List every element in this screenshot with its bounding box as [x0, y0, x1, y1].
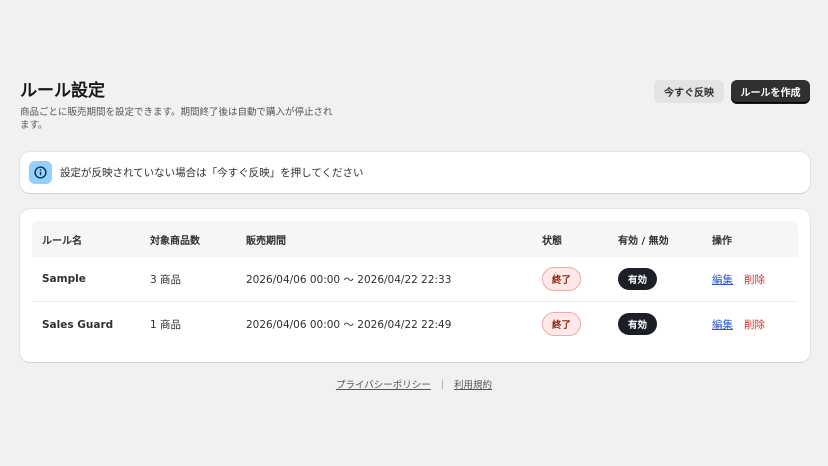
column-header-active: 有効 / 無効: [618, 235, 669, 247]
page-header: ルール設定 商品ごとに販売期間を設定できます。期間終了後は自動で購入が停止されま…: [20, 80, 810, 132]
edit-link[interactable]: 編集: [712, 272, 733, 287]
rules-table: ルール名 対象商品数 販売期間 状態 有効 / 無効 操作 Sample 3 商…: [32, 221, 798, 347]
status-badge: 終了: [542, 267, 582, 291]
page-subtitle: 商品ごとに販売期間を設定できます。期間終了後は自動で購入が停止されます。: [20, 107, 333, 131]
product-count: 1 商品: [150, 319, 182, 331]
row-actions: 編集 削除: [712, 272, 765, 287]
page-title: ルール設定: [20, 81, 105, 101]
column-header-count: 対象商品数: [150, 235, 200, 247]
rule-name: Sample: [42, 273, 86, 285]
info-icon: [29, 161, 52, 184]
active-toggle[interactable]: 有効: [618, 313, 658, 335]
header-actions: 今すぐ反映 ルールを作成: [654, 80, 810, 103]
row-actions: 編集 削除: [712, 317, 765, 332]
rule-name: Sales Guard: [42, 318, 114, 331]
column-header-operations: 操作: [712, 235, 732, 247]
status-badge: 終了: [542, 312, 582, 336]
table-header: ルール名 対象商品数 販売期間 状態 有効 / 無効 操作: [32, 221, 798, 257]
delete-link[interactable]: 削除: [744, 317, 765, 332]
table-row: Sample 3 商品 2026/04/06 00:00 〜 2026/04/2…: [32, 257, 798, 302]
rules-card: ルール名 対象商品数 販売期間 状態 有効 / 無効 操作 Sample 3 商…: [20, 209, 810, 362]
page-footer: プライバシーポリシー | 利用規約: [0, 377, 828, 392]
column-header-name: ルール名: [42, 235, 82, 247]
edit-link[interactable]: 編集: [712, 317, 733, 332]
table-row: Sales Guard 1 商品 2026/04/06 00:00 〜 2026…: [32, 302, 798, 347]
info-banner: 設定が反映されていない場合は「今すぐ反映」を押してください: [20, 152, 810, 193]
column-header-status: 状態: [542, 235, 562, 247]
title-block: ルール設定 商品ごとに販売期間を設定できます。期間終了後は自動で購入が停止されま…: [20, 80, 340, 132]
delete-link[interactable]: 削除: [744, 272, 765, 287]
banner-text: 設定が反映されていない場合は「今すぐ反映」を押してください: [60, 167, 364, 179]
privacy-policy-link[interactable]: プライバシーポリシー: [336, 377, 431, 391]
product-count: 3 商品: [150, 273, 182, 286]
footer-separator: |: [440, 378, 444, 390]
sales-period: 2026/04/06 00:00 〜 2026/04/22 22:49: [246, 319, 452, 331]
create-rule-button[interactable]: ルールを作成: [731, 80, 810, 103]
column-header-period: 販売期間: [246, 235, 286, 247]
terms-link[interactable]: 利用規約: [454, 377, 492, 391]
sales-period: 2026/04/06 00:00 〜 2026/04/22 22:33: [246, 273, 452, 286]
apply-now-button[interactable]: 今すぐ反映: [654, 80, 724, 103]
active-toggle[interactable]: 有効: [618, 268, 658, 290]
